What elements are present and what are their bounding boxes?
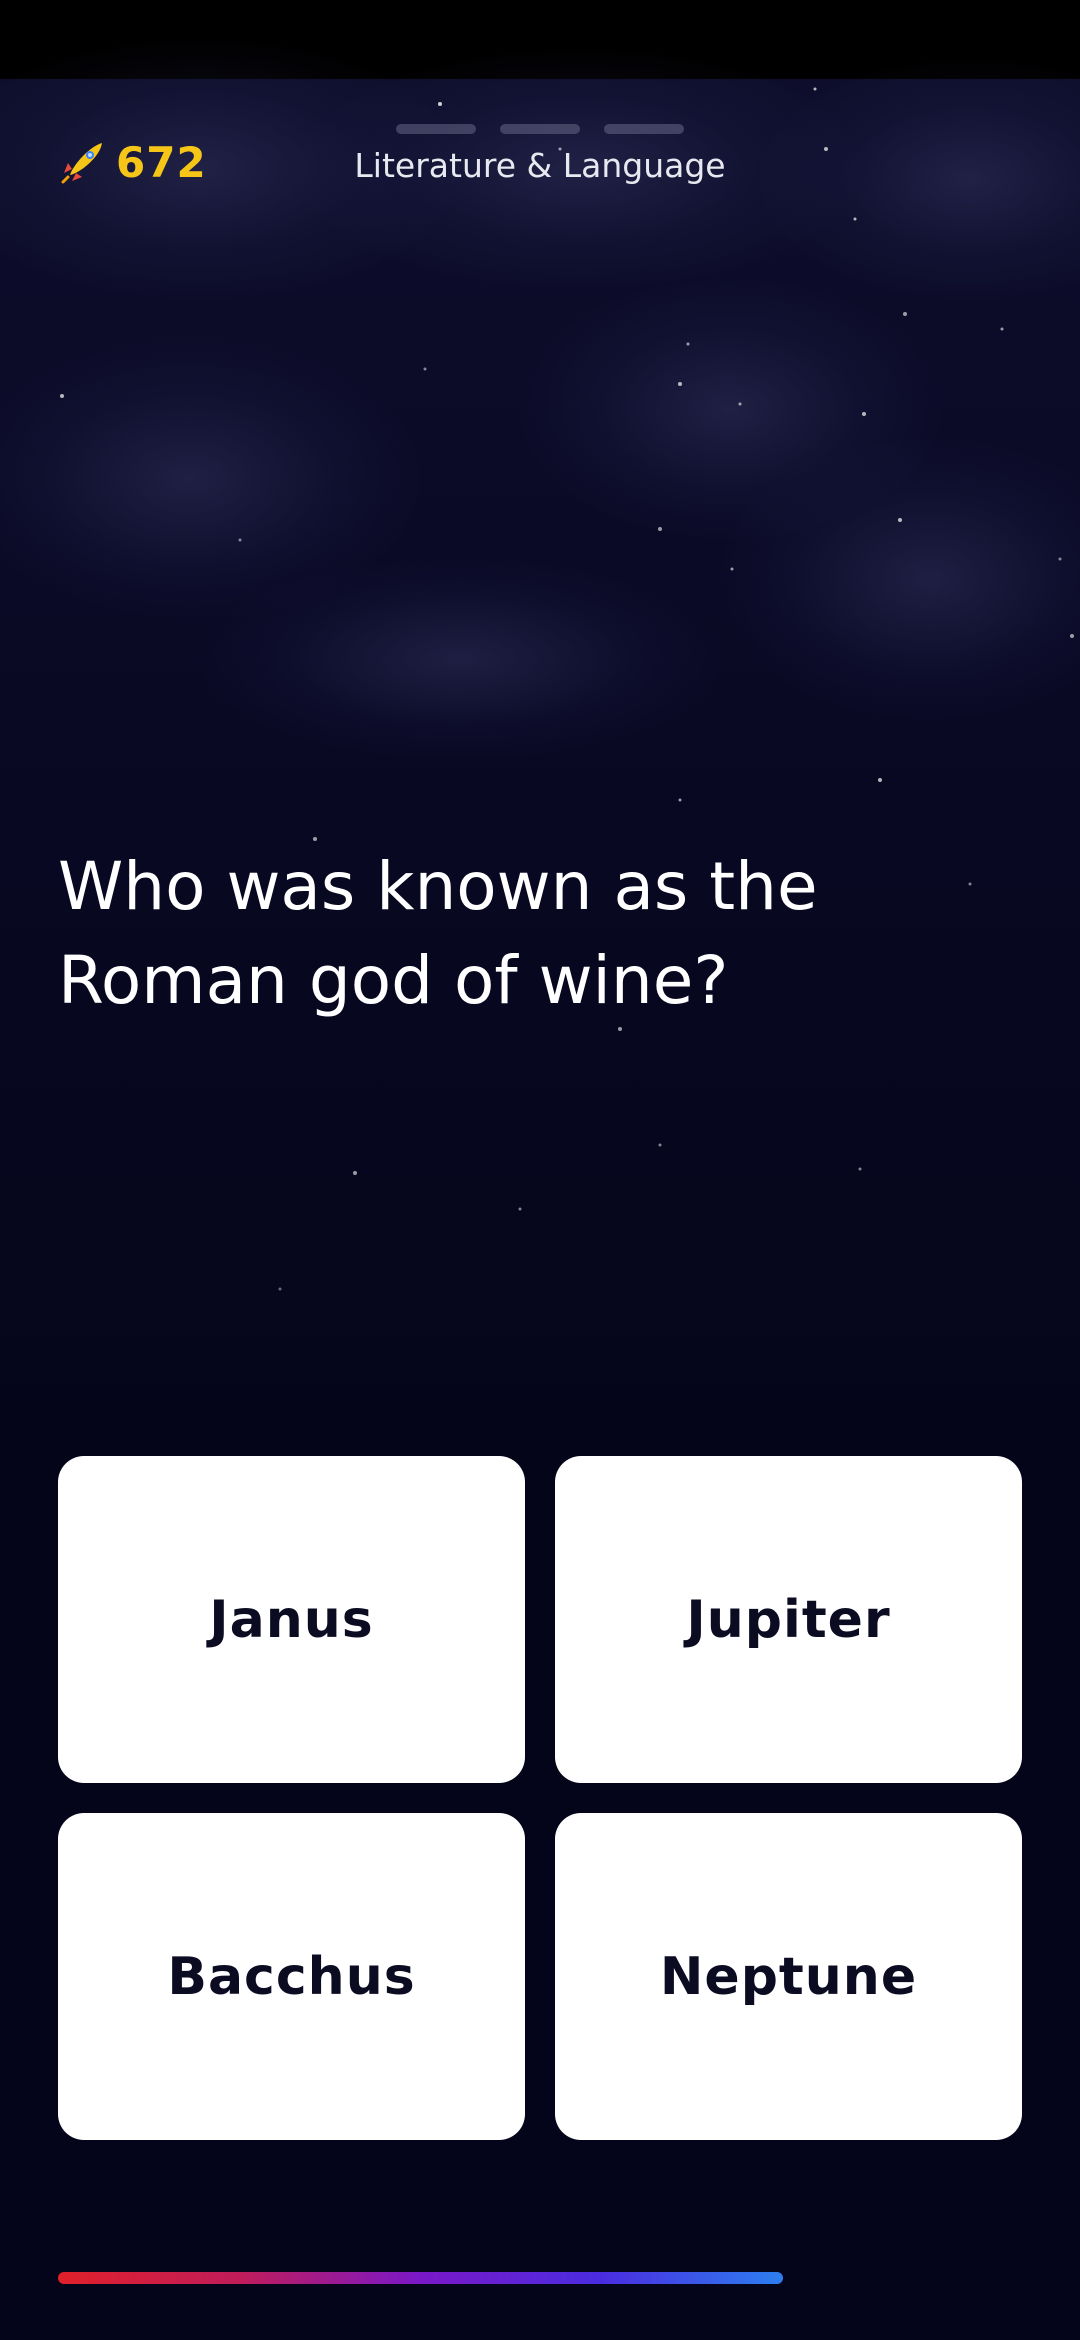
progress-dash — [500, 124, 580, 134]
question-line-1: Who was known as the — [58, 848, 818, 925]
answer-option-3[interactable]: Bacchus — [58, 1813, 525, 2140]
answer-label: Bacchus — [167, 1946, 416, 2007]
stars-decoration — [60, 87, 1074, 1291]
timer-track — [58, 2272, 1024, 2284]
answer-option-1[interactable]: Janus — [58, 1456, 525, 1783]
answer-label: Neptune — [659, 1946, 918, 2007]
progress-dash — [604, 124, 684, 134]
question-line-2: Roman god of wine? — [58, 942, 729, 1019]
question-progress — [396, 124, 684, 134]
quiz-screen: 672 Literature & Language Who was known … — [0, 0, 1080, 2340]
timer-bar — [58, 2272, 783, 2284]
progress-dash — [396, 124, 476, 134]
answer-grid: Janus Jupiter Bacchus Neptune — [58, 1456, 1024, 2140]
answer-option-2[interactable]: Jupiter — [555, 1456, 1022, 1783]
answer-label: Jupiter — [686, 1589, 891, 1650]
category-title: Literature & Language — [354, 146, 726, 185]
answer-label: Janus — [209, 1589, 374, 1650]
question-text: Who was known as the Roman god of wine? — [58, 840, 958, 1028]
answer-option-4[interactable]: Neptune — [555, 1813, 1022, 2140]
